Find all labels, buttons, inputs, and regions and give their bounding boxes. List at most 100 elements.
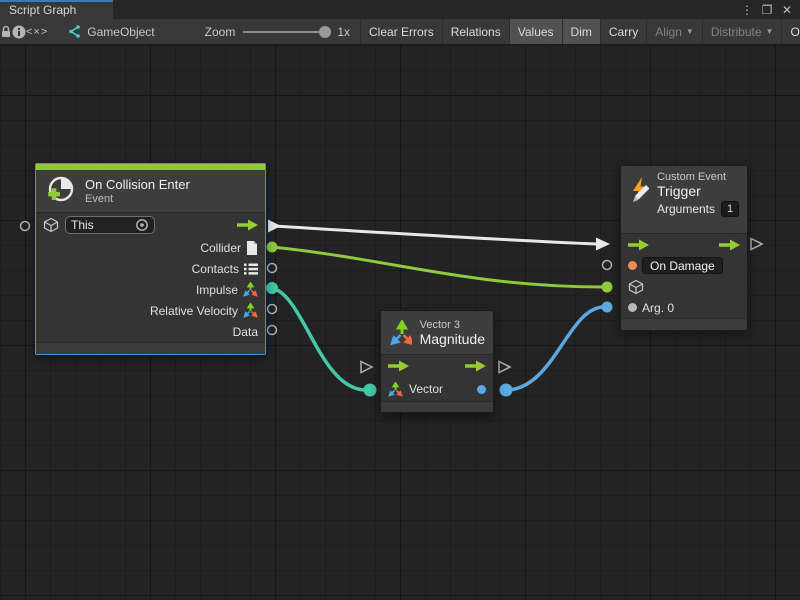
node-header[interactable]: Vector 3 Magnitude — [381, 311, 493, 355]
data-port[interactable] — [268, 326, 277, 335]
dim-button[interactable]: Dim — [562, 19, 600, 44]
distribute-dropdown[interactable]: Distribute ▼ — [702, 19, 782, 44]
relative-velocity-port[interactable] — [268, 305, 277, 314]
chevron-down-icon: ▼ — [686, 27, 694, 36]
arguments-count-value: 1 — [727, 203, 733, 215]
node-supertitle: Vector 3 — [420, 319, 485, 331]
zoom-slider-handle[interactable] — [319, 26, 331, 38]
carry-button[interactable]: Carry — [600, 19, 646, 44]
port-row-flow: This — [36, 213, 265, 237]
tab-script-graph[interactable]: Script Graph — [0, 0, 113, 19]
values-button[interactable]: Values — [509, 19, 562, 44]
relations-button[interactable]: Relations — [442, 19, 509, 44]
zoom-slider[interactable] — [243, 31, 329, 33]
port-row-event-name[interactable]: On Damage — [621, 255, 747, 276]
flow-out-arrow-icon[interactable] — [465, 360, 486, 372]
port-row-contacts[interactable]: Contacts — [36, 258, 265, 279]
trigger-flow-out-port[interactable] — [751, 239, 762, 250]
clear-errors-button[interactable]: Clear Errors — [360, 19, 442, 44]
magnitude-output-port-dot[interactable] — [500, 384, 513, 397]
flow-out-connected-arrow[interactable] — [268, 220, 281, 233]
node-header[interactable]: On Collision Enter Event — [36, 170, 265, 213]
flow-in-arrow-icon[interactable] — [388, 360, 409, 372]
arg0-port-dot[interactable] — [628, 303, 637, 312]
node-footer — [621, 318, 747, 330]
port-row-vector[interactable]: Vector — [381, 377, 493, 401]
gameobject-graph-icon — [66, 24, 81, 39]
float-output-port-dot[interactable] — [477, 385, 486, 394]
flow-in-arrow-icon[interactable] — [628, 239, 649, 251]
target-object-value: This — [71, 218, 129, 232]
node-magnitude[interactable]: Vector 3 Magnitude Vector — [380, 310, 494, 413]
contacts-list-icon — [244, 263, 258, 275]
relations-label: Relations — [451, 25, 501, 39]
arguments-count-field[interactable]: 1 — [721, 201, 739, 217]
object-picker-icon[interactable] — [135, 218, 149, 232]
vector3-icon — [388, 382, 403, 397]
port-row-impulse[interactable]: Impulse — [36, 279, 265, 300]
carry-label: Carry — [609, 25, 638, 39]
gameobject-breadcrumb[interactable]: GameObject — [48, 19, 168, 44]
wire-flow-white[interactable] — [274, 226, 597, 244]
chevron-down-icon: ▼ — [766, 27, 774, 36]
vector3-icon — [389, 320, 412, 346]
node-subtitle: Event — [85, 193, 190, 205]
collision-input-port[interactable] — [21, 222, 30, 231]
node-footer — [381, 401, 493, 412]
maximize-icon[interactable]: ❐ — [760, 3, 774, 17]
collision-event-icon — [45, 175, 77, 207]
flow-in-arrowhead[interactable] — [596, 238, 610, 251]
overview-label: Overv — [790, 25, 800, 39]
arguments-label: Arguments — [657, 202, 715, 216]
wire-impulse-teal[interactable] — [272, 288, 366, 390]
inspect-button[interactable] — [12, 19, 26, 44]
info-icon — [12, 25, 26, 39]
vector-input-port-dot[interactable] — [364, 384, 377, 397]
zoom-control: Zoom 1x — [205, 19, 360, 44]
port-label: Data — [233, 325, 258, 339]
gameobject-input-port-dot[interactable] — [602, 282, 613, 293]
flow-out-arrow-icon[interactable] — [237, 219, 258, 231]
zoom-value: 1x — [337, 25, 350, 39]
event-name-port[interactable] — [603, 261, 612, 270]
port-row-flow — [621, 234, 747, 255]
event-name-field[interactable]: On Damage — [642, 257, 723, 274]
magnitude-flow-in-port[interactable] — [361, 362, 372, 373]
port-row-collider[interactable]: Collider — [36, 237, 265, 258]
port-label: Collider — [200, 241, 241, 255]
variables-button[interactable]: <×> — [26, 19, 48, 44]
close-icon[interactable]: ✕ — [780, 3, 794, 17]
menu-icon[interactable]: ⋮ — [740, 3, 754, 17]
zoom-label: Zoom — [205, 25, 236, 39]
node-title: Magnitude — [420, 331, 485, 347]
wire-collider-green[interactable] — [272, 247, 604, 287]
port-row-gameobject[interactable] — [621, 276, 747, 297]
wire-magnitude-blue[interactable] — [506, 307, 604, 390]
lock-button[interactable] — [0, 19, 12, 44]
window-controls: ⋮ ❐ ✕ — [740, 0, 800, 19]
port-row-relative-velocity[interactable]: Relative Velocity — [36, 300, 265, 321]
code-icon: <×> — [26, 26, 48, 38]
port-row-data[interactable]: Data — [36, 321, 265, 342]
overview-button[interactable]: Overv — [781, 19, 800, 44]
arg0-input-port-dot[interactable] — [602, 302, 613, 313]
port-row-arg0[interactable]: Arg. 0 — [621, 297, 747, 318]
node-supertitle: Custom Event — [657, 171, 739, 183]
magnitude-flow-out-port[interactable] — [499, 362, 510, 373]
port-label: Contacts — [192, 262, 239, 276]
target-object-field[interactable]: This — [65, 216, 155, 234]
node-title: On Collision Enter — [85, 177, 190, 192]
node-on-collision-enter[interactable]: On Collision Enter Event This — [35, 163, 266, 355]
port-row-flow — [381, 355, 493, 377]
impulse-port-dot[interactable] — [266, 282, 278, 294]
clear-errors-label: Clear Errors — [369, 25, 434, 39]
collider-port-dot[interactable] — [267, 242, 278, 253]
event-name-port-dot[interactable] — [628, 261, 637, 270]
contacts-port[interactable] — [268, 264, 277, 273]
node-trigger-custom-event[interactable]: Custom Event Trigger Arguments 1 — [620, 165, 748, 331]
flow-out-arrow-icon[interactable] — [719, 239, 740, 251]
graph-canvas[interactable]: On Collision Enter Event This — [0, 45, 800, 600]
node-header[interactable]: Custom Event Trigger Arguments 1 — [621, 166, 747, 234]
align-dropdown[interactable]: Align ▼ — [646, 19, 702, 44]
align-label: Align — [655, 25, 682, 39]
